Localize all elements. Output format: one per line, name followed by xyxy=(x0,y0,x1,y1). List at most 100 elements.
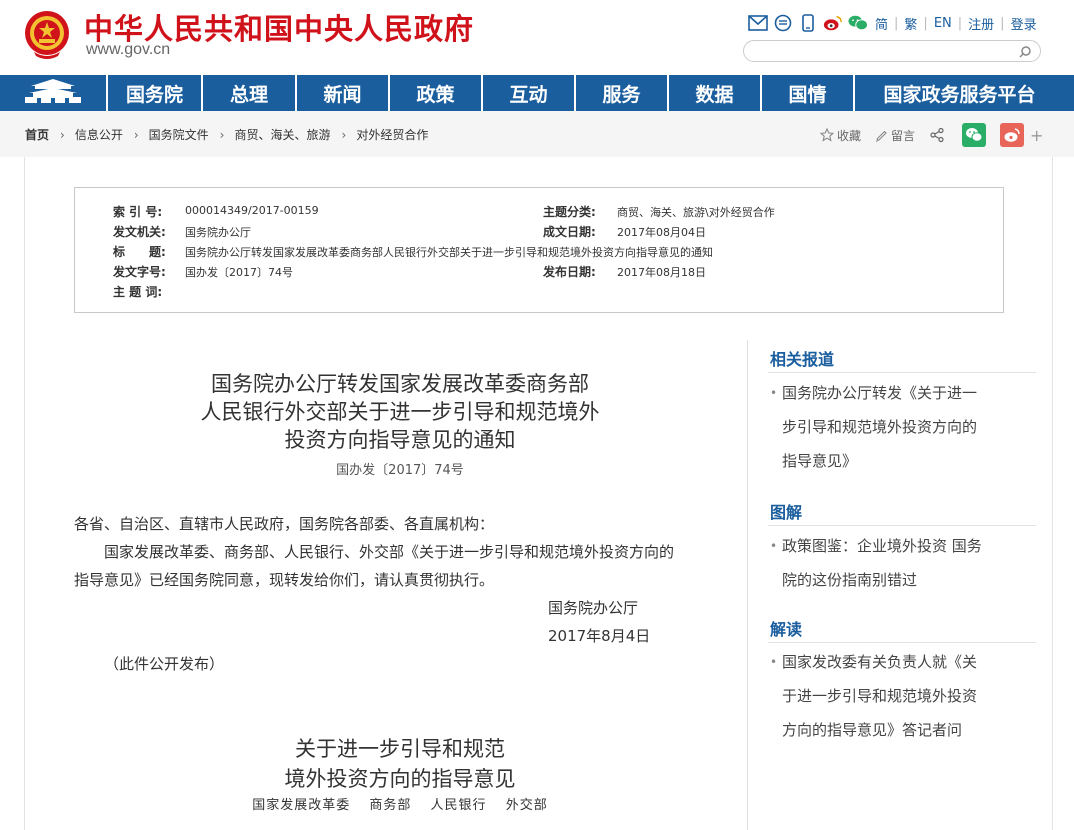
article-paragraph-line: 指导意见》已经国务院同意，现转发给你们，请认真贯彻执行。 xyxy=(74,571,495,589)
message-button[interactable]: 留言 xyxy=(875,127,915,144)
nav-item-premier[interactable]: 总理 xyxy=(203,75,297,111)
divider xyxy=(768,642,1036,643)
tiananmen-icon xyxy=(21,78,85,108)
document-info-table: 索 引 号: 000014349/2017-00159 主题分类: 商贸、海关、… xyxy=(74,187,1004,313)
search-box xyxy=(743,40,1041,62)
related-sidebar: 相关报道 • 国务院办公厅转发《关于进一 步引导和规范境外投资方向的 指导意见》… xyxy=(747,340,1053,830)
date-written-value: 2017年08月04日 xyxy=(617,226,706,239)
sidebar-link-interpretation[interactable]: • 国家发改委有关负责人就《关 于进一步引导和规范境外投资 方向的指导意见》答记… xyxy=(770,645,1020,747)
docno-label: 发文字号: xyxy=(113,265,166,279)
message-icon[interactable] xyxy=(773,14,793,32)
nav-item-policy[interactable]: 政策 xyxy=(390,75,483,111)
mobile-icon[interactable] xyxy=(798,14,818,32)
chevron-right-icon: › xyxy=(133,127,139,142)
article-title-line: 人民银行外交部关于进一步引导和规范境外 xyxy=(200,400,600,424)
sidebar-heading-interpretation: 解读 xyxy=(770,620,803,639)
divider: | xyxy=(1000,15,1005,31)
page-tools: 收藏 留言 + xyxy=(820,123,1043,147)
attachment-title-line: 关于进一步引导和规范 xyxy=(295,737,505,761)
article-title-line: 国务院办公厅转发国家发展改革委商务部 xyxy=(211,372,589,396)
breadcrumb-bar: 首页 › 信息公开 › 国务院文件 › 商贸、海关、旅游 › 对外经贸合作 收藏… xyxy=(0,111,1074,157)
breadcrumb-foreign-trade[interactable]: 对外经贸合作 xyxy=(356,126,428,143)
search-icon[interactable] xyxy=(1018,44,1032,63)
article-title: 国务院办公厅转发国家发展改革委商务部 人民银行外交部关于进一步引导和规范境外 投… xyxy=(130,370,670,454)
nav-item-state-council[interactable]: 国务院 xyxy=(108,75,203,111)
share-wechat-button[interactable] xyxy=(962,123,987,147)
mail-icon[interactable] xyxy=(748,14,768,32)
register-link[interactable]: 注册 xyxy=(968,14,994,33)
chevron-right-icon: › xyxy=(60,127,65,142)
sidebar-link-line: 于进一步引导和规范境外投资 xyxy=(782,687,978,705)
subject-words-label: 主 题 词: xyxy=(113,285,163,299)
issuer-label: 发文机关: xyxy=(113,225,166,239)
article-doc-number: 国办发〔2017〕74号 xyxy=(336,463,464,478)
favorite-label: 收藏 xyxy=(837,128,862,143)
chevron-right-icon: › xyxy=(219,127,225,142)
date-written-label: 成文日期: xyxy=(543,225,596,239)
favorite-button[interactable]: 收藏 xyxy=(820,127,861,144)
main-nav: 国务院 总理 新闻 政策 互动 服务 数据 国情 国家政务服务平台 xyxy=(0,75,1074,111)
breadcrumb-state-council-docs[interactable]: 国务院文件 xyxy=(149,126,209,143)
breadcrumb-home[interactable]: 首页 xyxy=(25,126,49,143)
divider: | xyxy=(957,15,963,31)
article-publish-note: （此件公开发布） xyxy=(104,655,225,673)
share-icon xyxy=(930,127,944,143)
weibo-icon[interactable] xyxy=(823,14,843,32)
divider: | xyxy=(923,15,928,31)
nav-item-services[interactable]: 服务 xyxy=(576,75,669,111)
nav-item-gov-service-platform[interactable]: 国家政务服务平台 xyxy=(855,75,1064,111)
sidebar-link-line: 院的这份指南别错过 xyxy=(782,571,918,589)
breadcrumb-trade-customs-tourism[interactable]: 商贸、海关、旅游 xyxy=(234,126,330,143)
topic-label: 主题分类: xyxy=(543,205,596,219)
chevron-right-icon: › xyxy=(341,127,347,142)
site-url[interactable]: www.gov.cn xyxy=(86,41,170,59)
login-link[interactable]: 登录 xyxy=(1011,14,1037,33)
more-share-icon[interactable]: + xyxy=(1030,126,1043,145)
lang-simplified-link[interactable]: 简 xyxy=(875,14,888,33)
wechat-icon[interactable] xyxy=(848,14,868,32)
pencil-icon xyxy=(876,130,887,142)
bullet-icon: • xyxy=(770,386,778,400)
message-label: 留言 xyxy=(891,128,916,143)
topic-value: 商贸、海关、旅游\对外经贸合作 xyxy=(617,206,775,219)
article-salutation: 各省、自治区、直辖市人民政府，国务院各部委、各直属机构： xyxy=(74,515,495,533)
sidebar-heading-related-reports: 相关报道 xyxy=(770,350,835,369)
article-signature: 国务院办公厅 xyxy=(548,599,639,617)
index-label: 索 引 号: xyxy=(113,205,163,219)
top-icon-bar: 简 | 繁 | EN | 注册 | 登录 xyxy=(748,12,1037,34)
sidebar-link-line: 国务院办公厅转发《关于进一 xyxy=(782,384,978,402)
lang-traditional-link[interactable]: 繁 xyxy=(904,14,917,33)
search-input[interactable] xyxy=(754,42,1024,62)
sidebar-link-infographic[interactable]: • 政策图鉴：企业境外投资 国务 院的这份指南别错过 xyxy=(770,529,1020,597)
attachment-issuing-orgs: 国家发展改革委 商务部 人民银行 外交部 xyxy=(252,798,548,813)
nav-item-data[interactable]: 数据 xyxy=(669,75,762,111)
divider xyxy=(768,372,1036,373)
site-header: 中华人民共和国中央人民政府 www.gov.cn 简 | 繁 | EN | 注册… xyxy=(0,0,1074,75)
national-emblem-icon[interactable] xyxy=(22,8,72,60)
sidebar-link-related-report[interactable]: • 国务院办公厅转发《关于进一 步引导和规范境外投资方向的 指导意见》 xyxy=(770,376,1020,478)
share-button[interactable] xyxy=(929,127,948,143)
divider xyxy=(768,525,1036,526)
index-value: 000014349/2017-00159 xyxy=(185,204,319,217)
article-sign-date: 2017年8月4日 xyxy=(548,627,651,645)
nav-item-news[interactable]: 新闻 xyxy=(297,75,390,111)
sidebar-link-line: 方向的指导意见》答记者问 xyxy=(782,721,963,739)
breadcrumb: 首页 › 信息公开 › 国务院文件 › 商贸、海关、旅游 › 对外经贸合作 xyxy=(25,126,428,143)
docno-value: 国办发〔2017〕74号 xyxy=(185,266,293,279)
title-value: 国务院办公厅转发国家发展改革委商务部人民银行外交部关于进一步引导和规范境外投资方… xyxy=(185,246,713,259)
issuer-value: 国务院办公厅 xyxy=(185,226,251,239)
sidebar-link-line: 步引导和规范境外投资方向的 xyxy=(782,418,978,436)
divider: | xyxy=(894,15,899,31)
nav-item-interaction[interactable]: 互动 xyxy=(483,75,576,111)
lang-links: 简 | 繁 | EN | 注册 | 登录 xyxy=(875,14,1037,33)
lang-english-link[interactable]: EN xyxy=(934,16,952,31)
bullet-icon: • xyxy=(770,655,778,669)
sidebar-link-line: 国家发改委有关负责人就《关 xyxy=(782,653,978,671)
article-title-line: 投资方向指导意见的通知 xyxy=(284,428,516,452)
nav-home-button[interactable] xyxy=(0,75,108,111)
sidebar-heading-infographic: 图解 xyxy=(770,503,803,522)
breadcrumb-info-disclosure[interactable]: 信息公开 xyxy=(75,126,123,143)
share-weibo-button[interactable] xyxy=(1000,123,1025,147)
article-paragraph-line: 国家发展改革委、商务部、人民银行、外交部《关于进一步引导和规范境外投资方向的 xyxy=(104,543,675,561)
nav-item-national-info[interactable]: 国情 xyxy=(762,75,855,111)
